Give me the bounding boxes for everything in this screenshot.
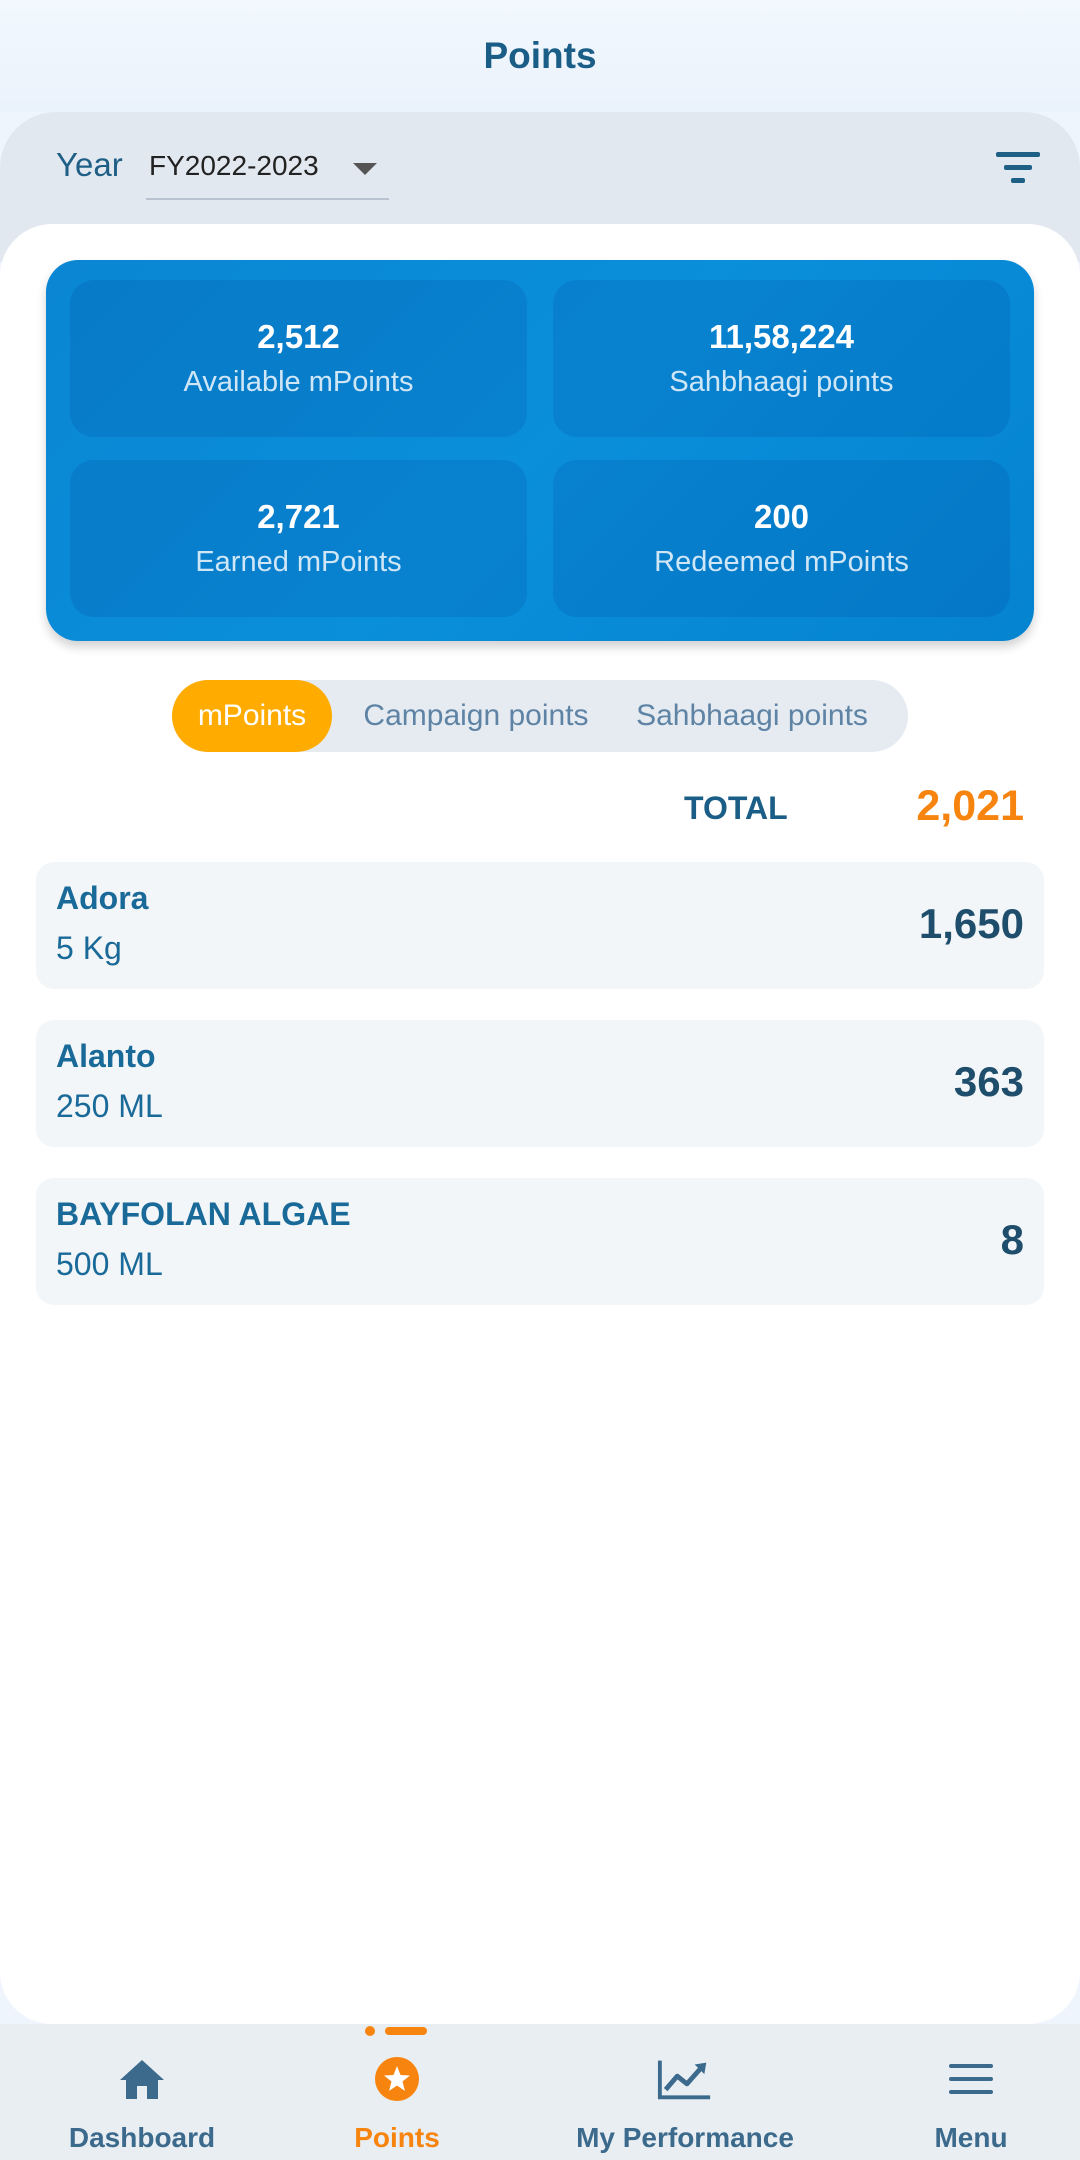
filter-icon[interactable] [996,152,1040,186]
earned-mpoints-label: Earned mPoints [195,546,402,578]
available-mpoints-tile: 2,512 Available mPoints [70,280,527,437]
item-size: 500 ML [56,1246,163,1282]
nav-points[interactable]: Points [257,2024,537,2160]
available-mpoints-label: Available mPoints [183,366,414,398]
sahbhaagi-points-tile: 11,58,224 Sahbhaagi points [553,280,1010,437]
list-item[interactable]: BAYFOLAN ALGAE 500 ML 8 [36,1178,1044,1305]
points-content: 2,512 Available mPoints 11,58,224 Sahbha… [0,224,1080,2024]
available-mpoints-value: 2,512 [257,318,340,355]
redeemed-mpoints-value: 200 [753,498,810,535]
item-name: Alanto [56,1038,156,1074]
item-size: 250 ML [56,1088,163,1124]
year-dropdown[interactable]: FY2022-2023 [146,136,389,200]
active-indicator [365,2024,429,2038]
sahbhaagi-points-value: 11,58,224 [709,318,854,355]
year-value: FY2022-2023 [149,150,319,181]
item-size: 5 Kg [56,930,122,966]
points-screen: Points Year FY2022-2023 2,512 Available … [0,0,1080,2160]
nav-menu[interactable]: Menu [831,2024,1080,2160]
nav-points-label: Points [354,2122,440,2153]
chevron-down-icon [353,163,377,175]
item-points: 8 [1000,1216,1024,1263]
points-summary-card: 2,512 Available mPoints 11,58,224 Sahbha… [46,260,1034,641]
earned-mpoints-value: 2,721 [257,498,340,535]
tab-sahbhaagi-points[interactable]: Sahbhaagi points [612,680,892,752]
nav-my-performance-label: My Performance [576,2122,794,2153]
app-header: Points [0,0,1080,112]
list-item[interactable]: Alanto 250 ML 363 [36,1020,1044,1147]
bottom-navigation: Dashboard Points My Performance Menu [0,2024,1080,2160]
item-points: 1,650 [918,900,1024,947]
nav-dashboard[interactable]: Dashboard [2,2024,282,2160]
nav-my-performance[interactable]: My Performance [545,2024,825,2160]
sahbhaagi-points-label: Sahbhaagi points [669,366,894,398]
home-icon [120,2060,164,2099]
star-badge-icon [375,2057,419,2101]
earned-mpoints-tile: 2,721 Earned mPoints [70,460,527,617]
redeemed-mpoints-tile: 200 Redeemed mPoints [553,460,1010,617]
tab-mpoints[interactable]: mPoints [172,680,332,752]
page-title: Points [483,35,597,76]
nav-dashboard-label: Dashboard [68,2122,216,2153]
redeemed-mpoints-label: Redeemed mPoints [654,546,909,578]
total-value: 2,021 [916,782,1024,830]
total-label: TOTAL [684,790,788,826]
year-label: Year [56,146,123,183]
nav-menu-label: Menu [934,2122,1008,2153]
list-item[interactable]: Adora 5 Kg 1,650 [36,862,1044,989]
item-name: BAYFOLAN ALGAE [56,1196,351,1232]
item-name: Adora [56,880,149,916]
chart-line-icon [657,2060,711,2100]
points-type-tabs: mPoints Campaign points Sahbhaagi points [172,680,908,752]
menu-icon [949,2064,993,2094]
tab-campaign-points[interactable]: Campaign points [332,680,620,752]
item-points: 363 [953,1058,1024,1105]
